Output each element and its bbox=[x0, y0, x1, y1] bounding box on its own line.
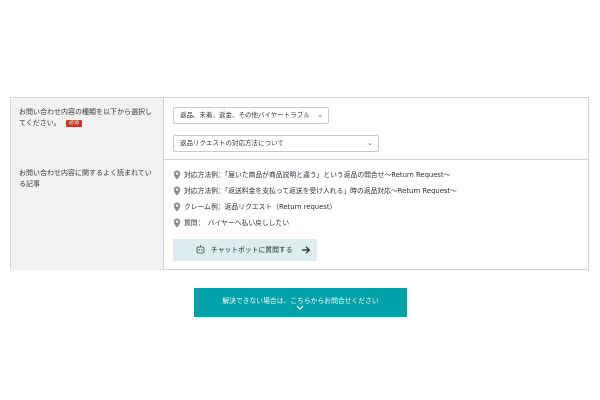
robot-icon bbox=[196, 245, 205, 254]
category-row: お問い合わせ内容の種類を以下から選択してください。 必須 返品、未着、返金、その… bbox=[11, 98, 588, 160]
related-articles-row: お問い合わせ内容に関するよく読まれている記事 対応方法例：「届いた商品が商品説明… bbox=[11, 159, 588, 270]
chevron-down-icon: ⌄ bbox=[317, 111, 323, 119]
map-pin-icon bbox=[173, 170, 181, 180]
category-label-cell: お問い合わせ内容の種類を以下から選択してください。 必須 bbox=[11, 98, 164, 159]
related-articles-label: お問い合わせ内容に関するよく読まれている記事 bbox=[19, 169, 152, 188]
chevron-down-icon: ⌄ bbox=[367, 139, 373, 147]
category-label: お問い合わせ内容の種類を以下から選択してください。 bbox=[19, 108, 152, 127]
article-link[interactable]: 対応方法例：「届いた商品が商品説明と違う」という返品の問合せ～Return Re… bbox=[173, 169, 457, 185]
category-select-primary-value: 返品、未着、返金、その他バイヤートラブル bbox=[180, 111, 310, 119]
arrow-right-icon bbox=[302, 246, 311, 254]
inquiry-form-table: お問い合わせ内容の種類を以下から選択してください。 必須 返品、未着、返金、その… bbox=[10, 97, 589, 270]
article-link-text: 対応方法例：「届いた商品が商品説明と違う」という返品の問合せ～Return Re… bbox=[184, 171, 451, 179]
chatbot-button-label: チャットボットに質問する bbox=[211, 246, 293, 254]
category-select-secondary-value: 返品リクエストの対応方法について bbox=[180, 139, 284, 147]
article-link[interactable]: クレーム例：返品リクエスト（Return request） bbox=[173, 201, 457, 217]
category-select-primary[interactable]: 返品、未着、返金、その他バイヤートラブル ⌄ bbox=[173, 107, 329, 124]
article-link[interactable]: 質問： バイヤーへ払い戻ししたい bbox=[173, 217, 457, 233]
map-pin-icon bbox=[173, 218, 181, 228]
article-list: 対応方法例：「届いた商品が商品説明と違う」という返品の問合せ～Return Re… bbox=[173, 169, 457, 233]
chevron-down-icon bbox=[296, 305, 304, 310]
chatbot-button[interactable]: チャットボットに質問する bbox=[173, 239, 317, 261]
category-select-secondary[interactable]: 返品リクエストの対応方法について ⌄ bbox=[173, 135, 379, 152]
article-link-text: クレーム例：返品リクエスト（Return request） bbox=[184, 203, 337, 211]
map-pin-icon bbox=[173, 186, 181, 196]
contact-us-button-label: 解決できない場合は、こちらからお問合せください bbox=[222, 297, 379, 305]
contact-us-button[interactable]: 解決できない場合は、こちらからお問合せください bbox=[194, 288, 407, 317]
article-link-text: 対応方法例：「返送料金を支払って返送を受け入れる」時の返品対応～Return R… bbox=[184, 187, 457, 195]
related-articles-cell: 対応方法例：「届いた商品が商品説明と違う」という返品の問合せ～Return Re… bbox=[164, 159, 588, 270]
map-pin-icon bbox=[173, 202, 181, 212]
article-link-text: 質問： バイヤーへ払い戻ししたい bbox=[184, 219, 290, 227]
required-badge: 必須 bbox=[66, 120, 83, 127]
related-articles-label-cell: お問い合わせ内容に関するよく読まれている記事 bbox=[11, 159, 164, 270]
article-link[interactable]: 対応方法例：「返送料金を支払って返送を受け入れる」時の返品対応～Return R… bbox=[173, 185, 457, 201]
category-select-cell: 返品、未着、返金、その他バイヤートラブル ⌄ 返品リクエストの対応方法について … bbox=[164, 98, 588, 159]
